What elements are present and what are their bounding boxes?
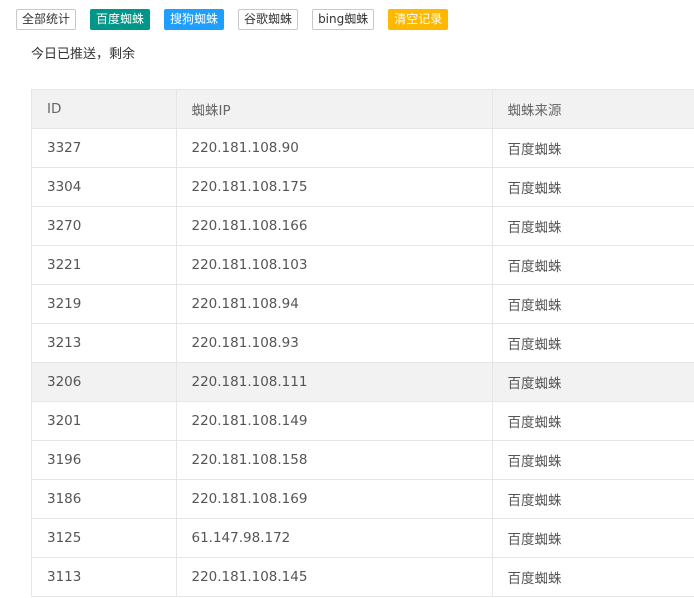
spider-stats-page: 全部统计 百度蜘蛛 搜狗蜘蛛 谷歌蜘蛛 bing蜘蛛 清空记录 今日已推送，剩余…: [0, 0, 694, 598]
cell-spider-ip: 220.181.108.111: [176, 362, 493, 402]
table-row[interactable]: 3196 220.181.108.158 百度蜘蛛: [32, 440, 694, 480]
cell-id: 3327: [32, 128, 177, 168]
table-row[interactable]: 3113 220.181.108.145 百度蜘蛛: [32, 557, 694, 597]
table-row[interactable]: 3304 220.181.108.175 百度蜘蛛: [32, 167, 694, 207]
cell-id: 3206: [32, 362, 177, 402]
cell-id: 3196: [32, 440, 177, 480]
cell-id: 3213: [32, 323, 177, 363]
cell-spider-source: 百度蜘蛛: [492, 284, 694, 324]
column-header-spider-source: 蜘蛛来源: [492, 90, 694, 129]
cell-spider-ip: 220.181.108.103: [176, 245, 493, 285]
cell-id: 3125: [32, 518, 177, 558]
cell-spider-ip: 220.181.108.145: [176, 557, 493, 597]
table-row[interactable]: 3201 220.181.108.149 百度蜘蛛: [32, 401, 694, 441]
filter-toolbar: 全部统计 百度蜘蛛 搜狗蜘蛛 谷歌蜘蛛 bing蜘蛛 清空记录: [16, 9, 449, 30]
bing-spider-button[interactable]: bing蜘蛛: [312, 9, 375, 30]
table-row[interactable]: 3125 61.147.98.172 百度蜘蛛: [32, 518, 694, 558]
column-header-id: ID: [32, 90, 177, 129]
cell-spider-source: 百度蜘蛛: [492, 479, 694, 519]
cell-id: 3270: [32, 206, 177, 246]
cell-spider-source: 百度蜘蛛: [492, 557, 694, 597]
sogou-spider-button[interactable]: 搜狗蜘蛛: [164, 9, 225, 30]
table-header-row: ID 蜘蛛IP 蜘蛛来源: [32, 90, 694, 129]
cell-spider-source: 百度蜘蛛: [492, 518, 694, 558]
table-row[interactable]: 3270 220.181.108.166 百度蜘蛛: [32, 206, 694, 246]
cell-spider-ip: 220.181.108.169: [176, 479, 493, 519]
cell-id: 3186: [32, 479, 177, 519]
column-header-spider-ip: 蜘蛛IP: [176, 90, 493, 129]
cell-spider-ip: 220.181.108.175: [176, 167, 493, 207]
cell-spider-source: 百度蜘蛛: [492, 323, 694, 363]
cell-spider-source: 百度蜘蛛: [492, 128, 694, 168]
table-row[interactable]: 3327 220.181.108.90 百度蜘蛛: [32, 128, 694, 168]
google-spider-button[interactable]: 谷歌蜘蛛: [238, 9, 299, 30]
table-row[interactable]: 3221 220.181.108.103 百度蜘蛛: [32, 245, 694, 285]
table-row[interactable]: 3219 220.181.108.94 百度蜘蛛: [32, 284, 694, 324]
cell-spider-ip: 220.181.108.158: [176, 440, 493, 480]
cell-spider-ip: 220.181.108.166: [176, 206, 493, 246]
cell-spider-source: 百度蜘蛛: [492, 362, 694, 402]
cell-id: 3113: [32, 557, 177, 597]
cell-id: 3221: [32, 245, 177, 285]
cell-spider-source: 百度蜘蛛: [492, 245, 694, 285]
cell-spider-source: 百度蜘蛛: [492, 440, 694, 480]
baidu-spider-button[interactable]: 百度蜘蛛: [90, 9, 151, 30]
cell-spider-ip: 220.181.108.149: [176, 401, 493, 441]
table-body: 3327 220.181.108.90 百度蜘蛛 3304 220.181.108.17…: [32, 128, 694, 597]
push-notice-text: 今日已推送，剩余: [31, 47, 136, 62]
spider-table: ID 蜘蛛IP 蜘蛛来源 3327 220.181.108.90 百度蜘蛛 3304 2…: [32, 90, 694, 597]
table-row[interactable]: 3186 220.181.108.169 百度蜘蛛: [32, 479, 694, 519]
table-row[interactable]: 3206 220.181.108.111 百度蜘蛛: [32, 362, 694, 402]
cell-spider-ip: 220.181.108.93: [176, 323, 493, 363]
cell-spider-source: 百度蜘蛛: [492, 401, 694, 441]
cell-spider-ip: 61.147.98.172: [176, 518, 493, 558]
clear-records-button[interactable]: 清空记录: [388, 9, 449, 30]
spider-table-container: ID 蜘蛛IP 蜘蛛来源 3327 220.181.108.90 百度蜘蛛 3304 2…: [31, 89, 694, 597]
cell-id: 3201: [32, 401, 177, 441]
cell-spider-source: 百度蜘蛛: [492, 167, 694, 207]
cell-spider-ip: 220.181.108.94: [176, 284, 493, 324]
all-stats-button[interactable]: 全部统计: [16, 9, 77, 30]
cell-id: 3219: [32, 284, 177, 324]
cell-id: 3304: [32, 167, 177, 207]
table-row[interactable]: 3213 220.181.108.93 百度蜘蛛: [32, 323, 694, 363]
cell-spider-source: 百度蜘蛛: [492, 206, 694, 246]
cell-spider-ip: 220.181.108.90: [176, 128, 493, 168]
